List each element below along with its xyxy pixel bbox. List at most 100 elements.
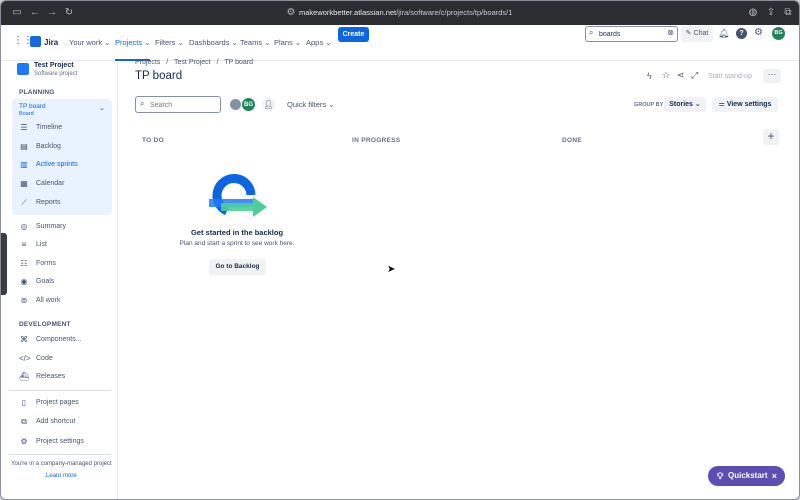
fullscreen-icon[interactable]: ⤢	[691, 70, 698, 81]
tabs-icon[interactable]: ⧉	[782, 7, 794, 19]
settings-gear-icon[interactable]: ⚙	[754, 27, 763, 38]
sidebar-item-goals[interactable]: ◉ Goals	[13, 273, 111, 291]
settings-icon: ⚙	[20, 437, 28, 446]
code-icon: </>	[19, 354, 31, 363]
nav-apps[interactable]: Apps ⌄	[306, 25, 331, 61]
notifications-icon[interactable]: 🔔︎	[718, 28, 729, 39]
sidebar-item-all-work[interactable]: ⊚ All work	[13, 292, 111, 310]
sidebar-divider	[9, 454, 111, 455]
project-name[interactable]: Test Project	[34, 62, 74, 69]
address-bar[interactable]: makeworkbetter.atlassian.net/jira/softwa…	[299, 7, 512, 19]
sidebar-item-label: All work	[36, 297, 61, 304]
sidebar-item-forms[interactable]: ☷ Forms	[13, 255, 111, 273]
close-icon[interactable]: ×	[772, 466, 777, 486]
share-icon[interactable]: ⇪	[765, 7, 777, 19]
sidebar-item-releases[interactable]: ⛴ Releases	[13, 368, 111, 386]
sidebar-item-label: Timeline	[36, 124, 63, 131]
nav-dashboards[interactable]: Dashboards ⌄	[189, 25, 238, 61]
nav-filters[interactable]: Filters ⌄	[155, 25, 184, 61]
nav-dashboards-label: Dashboards	[189, 38, 230, 47]
quick-filters-dropdown[interactable]: Quick filters ⌄	[287, 100, 335, 109]
start-standup-button[interactable]: Start stand-up	[708, 73, 752, 80]
automation-lightning-icon[interactable]: ϟ	[647, 71, 652, 81]
pages-icon: ▯	[21, 398, 27, 407]
breadcrumb-separator: /	[216, 59, 219, 66]
help-icon[interactable]: ?	[736, 28, 747, 39]
sidebar-item-label: Summary	[36, 223, 66, 230]
project-avatar-icon[interactable]	[17, 63, 29, 75]
sidebar-item-code[interactable]: </> Code	[13, 350, 111, 368]
column-done-header: DONE	[562, 137, 582, 144]
sidebar-item-backlog[interactable]: ▤ Backlog	[13, 138, 111, 156]
assignee-avatar[interactable]: BG	[241, 97, 256, 112]
nav-filters-label: Filters	[155, 38, 176, 47]
chat-button[interactable]: ✎ Chat	[681, 26, 713, 42]
view-settings-label: View settings	[726, 101, 772, 108]
planning-heading: PLANNING	[19, 89, 55, 96]
nav-your-work[interactable]: Your work ⌄	[69, 25, 110, 61]
breadcrumb-project[interactable]: Test Project	[174, 59, 211, 66]
view-settings-icon: ⚌	[718, 101, 725, 108]
global-search-input[interactable]	[599, 29, 659, 39]
sidebar-item-add-shortcut[interactable]: ⧉ Add shortcut	[13, 413, 111, 431]
group-by-select[interactable]: Stories ⌄	[664, 97, 706, 112]
sidebar-item-summary[interactable]: ◎ Summary	[13, 218, 111, 236]
quickstart-button[interactable]: 💡︎ Quickstart ×	[708, 466, 785, 486]
add-people-icon[interactable]: 👤︎	[262, 98, 275, 111]
app-switcher-icon[interactable]: ⋮⋮	[13, 36, 33, 46]
breadcrumb-projects[interactable]: Projects	[135, 59, 160, 66]
sidebar-item-reports[interactable]: ⟋ Reports	[13, 194, 111, 212]
add-column-button[interactable]: +	[763, 129, 779, 145]
sidebar-item-label: Active sprints	[36, 161, 78, 168]
sidebar-item-project-settings[interactable]: ⚙ Project settings	[13, 433, 111, 451]
create-button[interactable]: Create	[338, 27, 369, 42]
backlog-icon: ▤	[20, 142, 28, 151]
board-columns-icon: ▥	[20, 160, 28, 169]
nav-teams[interactable]: Teams ⌄	[240, 25, 270, 61]
jira-logo-icon[interactable]	[30, 36, 41, 47]
sidebar-item-timeline[interactable]: ☰ Timeline	[13, 119, 111, 137]
sidebar-item-label: Code	[36, 355, 53, 362]
sidebar-toggle-icon[interactable]: ▭	[11, 7, 23, 19]
site-settings-icon[interactable]: ⚙	[285, 7, 297, 19]
board-name[interactable]: TP board	[19, 103, 46, 110]
reload-icon[interactable]: ↻	[63, 7, 75, 19]
extension-icon[interactable]: ◍	[747, 7, 759, 19]
quick-filters-label: Quick filters	[287, 100, 327, 109]
sidebar-item-active-sprints[interactable]: ▥ Active sprints	[13, 156, 111, 174]
sidebar-item-components[interactable]: ⌘ Components...	[13, 331, 111, 349]
star-icon[interactable]: ☆	[662, 70, 670, 81]
back-icon[interactable]: ←	[29, 7, 41, 19]
user-avatar[interactable]: BG	[772, 27, 785, 40]
quickstart-label: Quickstart	[728, 471, 768, 480]
project-type: Software project	[34, 71, 78, 77]
sidebar-item-calendar[interactable]: ▦ Calendar	[13, 175, 111, 193]
learn-more-link[interactable]: Learn more	[46, 473, 77, 479]
add-shortcut-icon: ⧉	[21, 417, 27, 426]
dock-edge	[1, 233, 7, 295]
global-search[interactable]: ⌕ ⊗	[585, 26, 678, 42]
more-actions-icon[interactable]: ···	[763, 69, 781, 83]
board-search[interactable]: ⌕	[135, 96, 221, 113]
development-heading: DEVELOPMENT	[19, 321, 71, 328]
share-icon[interactable]: ⋖	[677, 70, 685, 81]
nav-projects[interactable]: Projects ⌄	[115, 25, 151, 61]
sidebar-item-project-pages[interactable]: ▯ Project pages	[13, 394, 111, 412]
chat-label: Chat	[693, 30, 709, 37]
jira-product-name[interactable]: Jira	[44, 25, 58, 61]
sidebar-item-label: Backlog	[36, 143, 61, 150]
clear-search-icon[interactable]: ⊗	[667, 28, 674, 37]
forward-icon[interactable]: →	[46, 7, 58, 19]
breadcrumb-board[interactable]: TP board	[224, 59, 253, 66]
breadcrumb: Projects / Test Project / TP board	[135, 59, 253, 66]
sidebar-item-list[interactable]: ≡ List	[13, 236, 111, 254]
view-settings-button[interactable]: ⚌ View settings	[712, 97, 778, 112]
go-to-backlog-button[interactable]: Go to Backlog	[209, 259, 266, 275]
chevron-down-icon[interactable]: ⌄	[99, 104, 105, 112]
reports-chart-icon: ⟋	[21, 198, 27, 207]
board-search-input[interactable]	[150, 100, 218, 110]
arrow-head	[253, 197, 267, 217]
browser-toolbar: ▭ ← → ↻ ⚙ makeworkbetter.atlassian.net/j…	[1, 1, 799, 25]
nav-plans[interactable]: Plans ⌄	[274, 25, 301, 61]
nav-your-work-label: Your work	[69, 38, 103, 47]
